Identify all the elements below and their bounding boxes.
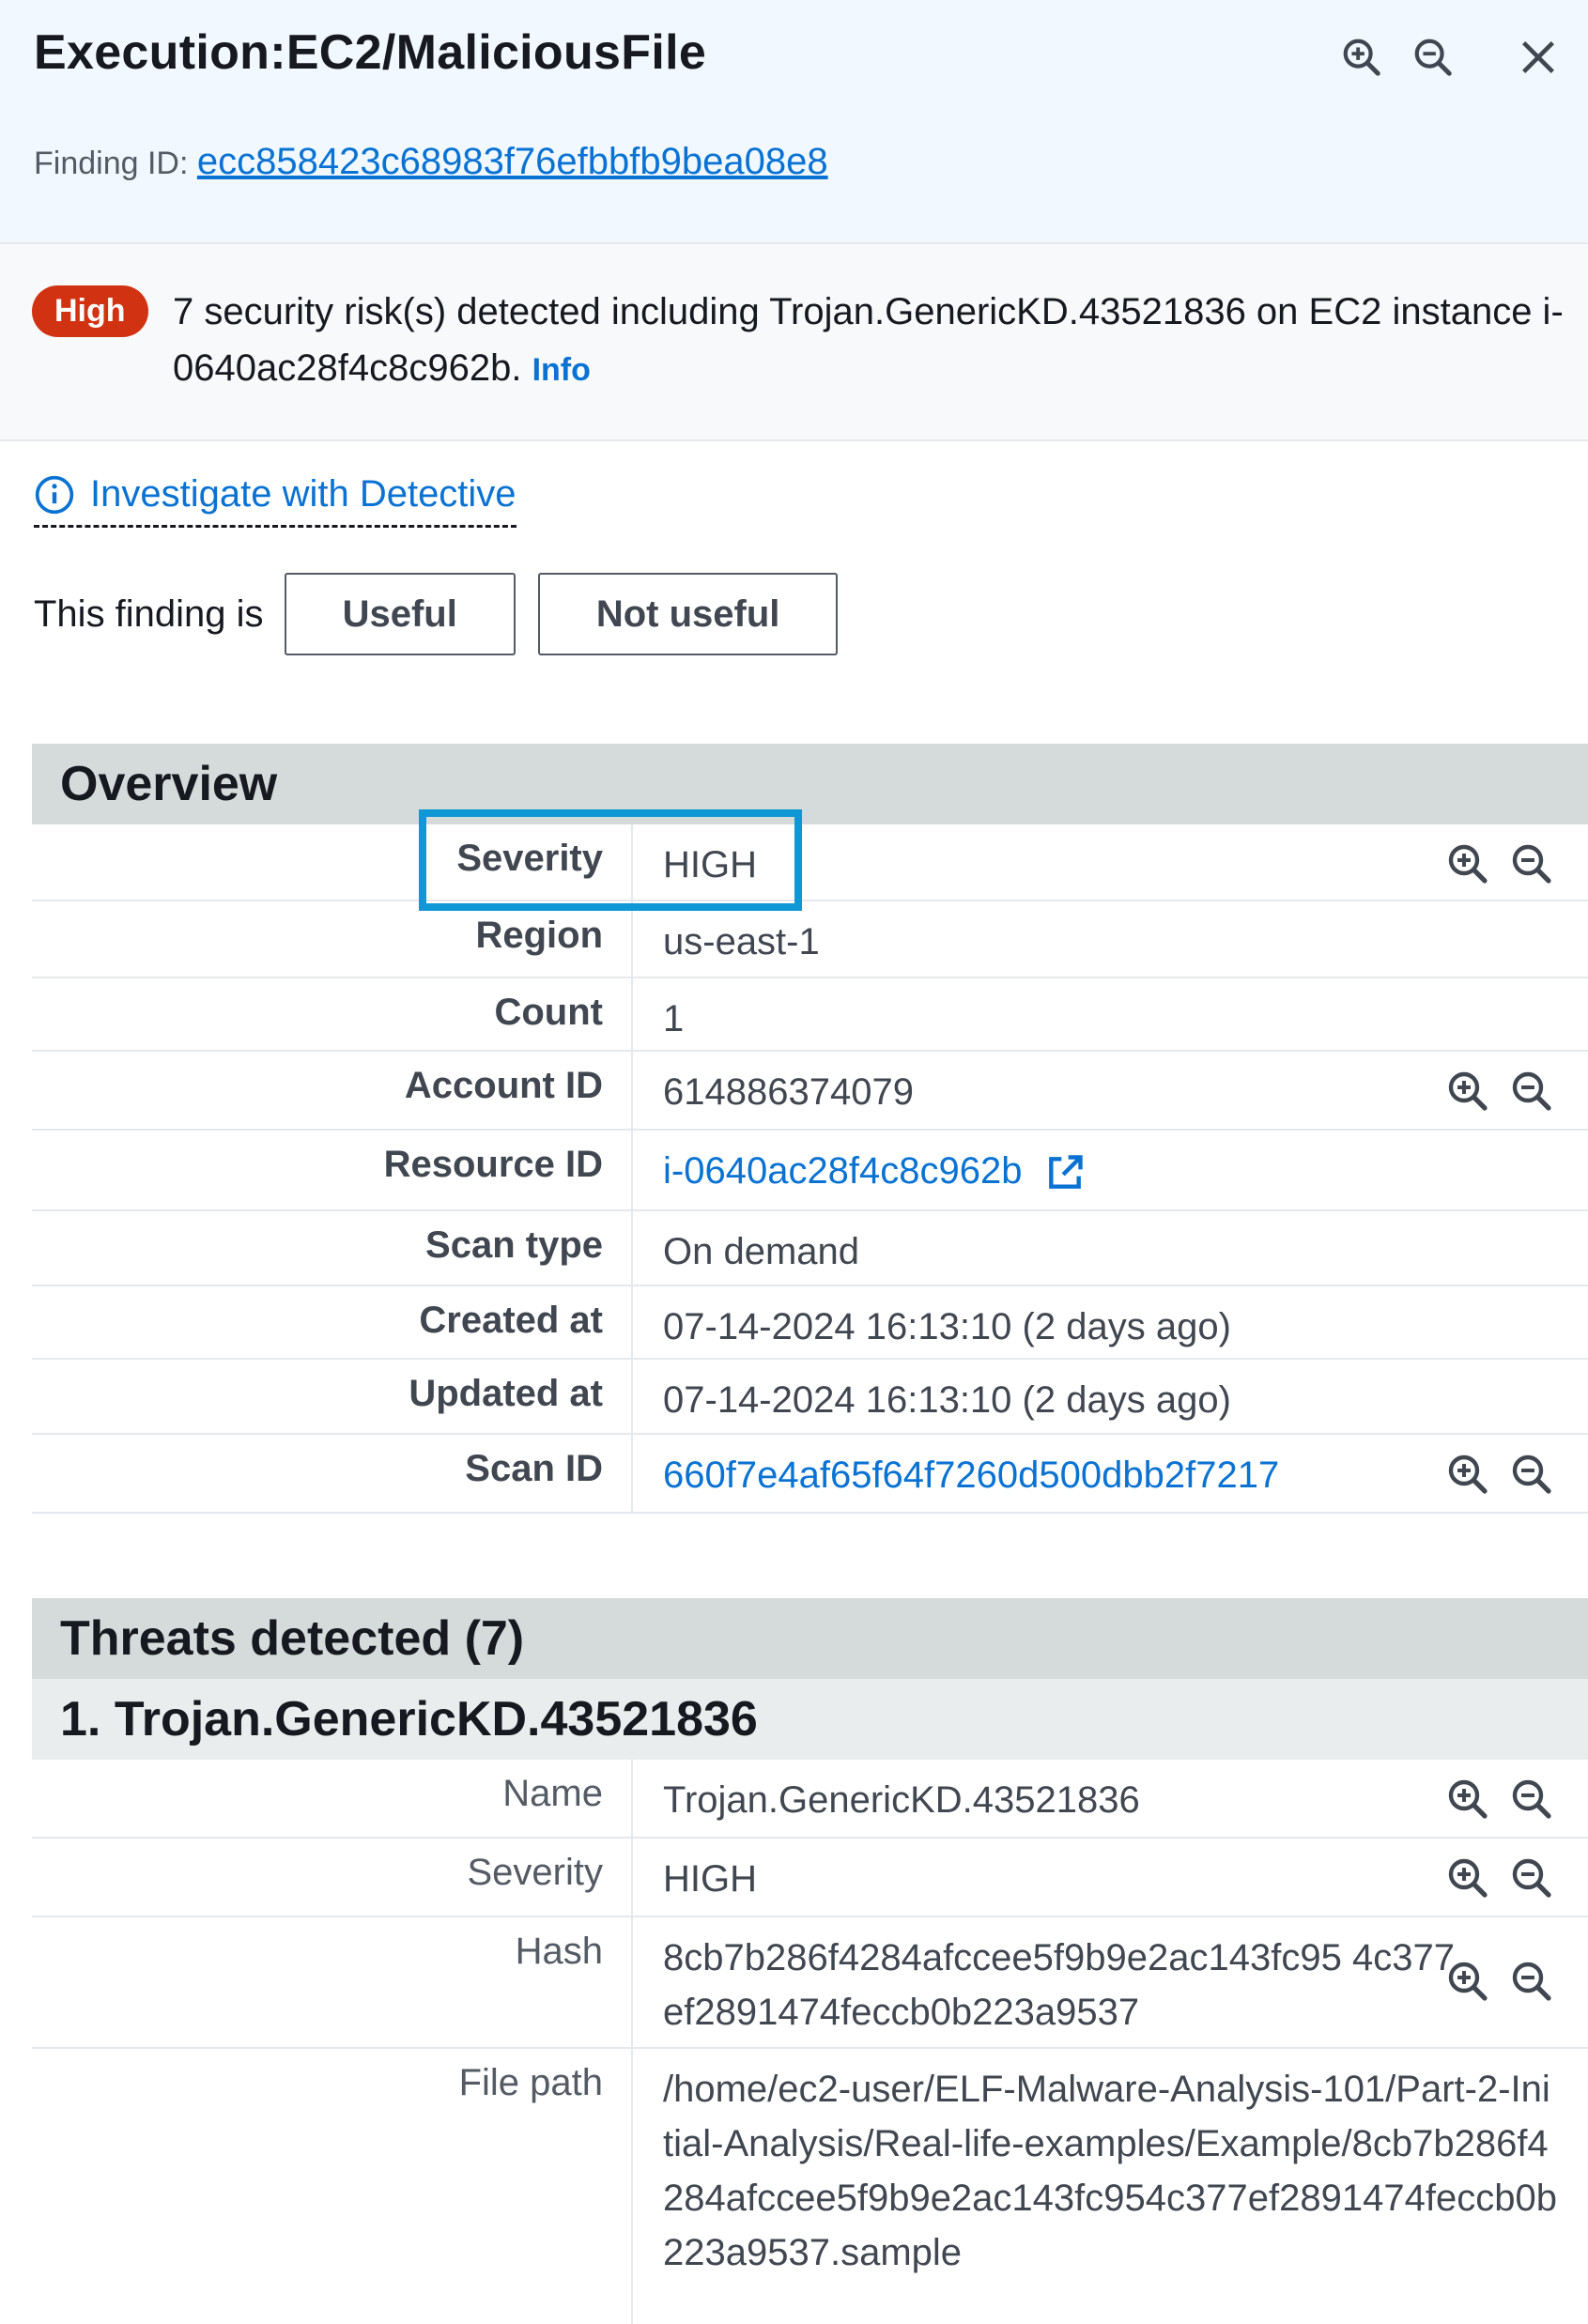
info-circle-icon xyxy=(35,475,74,514)
info-link[interactable]: Info xyxy=(532,352,591,388)
overview-row-resource-id: Resource ID i-0640ac28f4c8c962b xyxy=(32,1131,1588,1211)
resource-id-link[interactable]: i-0640ac28f4c8c962b xyxy=(633,1131,1588,1209)
detective-label: Investigate with Detective xyxy=(90,473,516,515)
threat-row-file-path: File path /home/ec2-user/ELF-Malware-Ana… xyxy=(32,2049,1588,2324)
feedback-label: This finding is xyxy=(34,593,264,635)
filter-in-icon[interactable] xyxy=(1445,841,1490,886)
overview-row-scan-id: Scan ID 660f7e4af65f64f7260d500dbb2f7217 xyxy=(32,1435,1588,1514)
overview-row-scan-type: Scan type On demand xyxy=(32,1211,1588,1286)
external-link-icon xyxy=(1048,1155,1083,1190)
row-value: 07-14-2024 16:13:10 (2 days ago) xyxy=(663,1379,1231,1421)
finding-header: Execution:EC2/MaliciousFile Finding ID: … xyxy=(0,0,1588,244)
filter-in-icon[interactable] xyxy=(1445,1855,1490,1901)
finding-title: Execution:EC2/MaliciousFile xyxy=(34,25,707,80)
row-value: On demand xyxy=(663,1231,860,1272)
threat-row-severity: Severity HIGH xyxy=(32,1839,1588,1917)
feedback-row: This finding is Useful Not useful xyxy=(34,573,860,655)
overview-row-account-id: Account ID 614886374079 xyxy=(32,1052,1588,1131)
row-key: Scan type xyxy=(32,1211,633,1285)
investigate-detective-link[interactable]: Investigate with Detective xyxy=(34,473,516,528)
filter-out-icon[interactable] xyxy=(1509,1069,1554,1114)
summary-message: 7 security risk(s) detected including Tr… xyxy=(173,291,1564,389)
zoom-in-icon[interactable] xyxy=(1340,36,1383,79)
row-key: Updated at xyxy=(32,1360,633,1433)
row-value: /home/ec2-user/ELF-Malware-Analysis-101/… xyxy=(663,2069,1557,2273)
useful-button[interactable]: Useful xyxy=(284,573,516,655)
row-key: Count xyxy=(32,978,633,1050)
filter-in-icon[interactable] xyxy=(1445,1452,1490,1497)
severity-badge: High xyxy=(32,285,148,337)
threat-row-name: Name Trojan.GenericKD.43521836 xyxy=(32,1760,1588,1839)
not-useful-button[interactable]: Not useful xyxy=(537,573,839,655)
overview-row-count: Count 1 xyxy=(32,978,1588,1052)
threat-row-hash: Hash 8cb7b286f4284afccee5f9b9e2ac143fc95… xyxy=(32,1917,1588,2049)
row-key: Severity xyxy=(32,1839,633,1916)
filter-in-icon[interactable] xyxy=(1445,1777,1490,1822)
row-value: us-east-1 xyxy=(663,921,820,962)
filter-out-icon[interactable] xyxy=(1509,841,1554,886)
summary-text: 7 security risk(s) detected including Tr… xyxy=(173,284,1572,398)
finding-id-link[interactable]: ecc858423c68983f76efbbfb9bea08e8 xyxy=(197,141,828,182)
overview-row-severity: Severity HIGH xyxy=(32,824,1588,901)
filter-in-icon[interactable] xyxy=(1445,1069,1490,1114)
severity-highlight-box xyxy=(419,809,802,911)
row-key: Account ID xyxy=(32,1052,633,1129)
threats-heading: Threats detected (7) xyxy=(32,1598,1588,1679)
row-key: Created at xyxy=(32,1286,633,1358)
close-icon[interactable] xyxy=(1517,36,1560,79)
row-key: Name xyxy=(32,1760,633,1837)
filter-out-icon[interactable] xyxy=(1509,1777,1554,1822)
filter-out-icon[interactable] xyxy=(1509,1452,1554,1497)
overview-heading: Overview xyxy=(32,744,1588,824)
row-key: Hash xyxy=(32,1917,633,2047)
row-value: 07-14-2024 16:13:10 (2 days ago) xyxy=(663,1306,1231,1347)
threat-1-heading: 1. Trojan.GenericKD.43521836 xyxy=(32,1679,1588,1760)
finding-id-label: Finding ID: xyxy=(34,146,197,181)
row-key: File path xyxy=(32,2049,633,2324)
filter-out-icon[interactable] xyxy=(1509,1959,1554,2004)
overview-row-region: Region us-east-1 xyxy=(32,901,1588,978)
filter-out-icon[interactable] xyxy=(1509,1855,1554,1901)
resource-id-value: i-0640ac28f4c8c962b xyxy=(663,1150,1023,1192)
filter-in-icon[interactable] xyxy=(1445,1959,1490,2004)
header-actions xyxy=(1340,36,1560,79)
row-key: Resource ID xyxy=(32,1131,633,1209)
overview-row-updated-at: Updated at 07-14-2024 16:13:10 (2 days a… xyxy=(32,1360,1588,1435)
row-key: Scan ID xyxy=(32,1435,633,1512)
overview-row-created-at: Created at 07-14-2024 16:13:10 (2 days a… xyxy=(32,1286,1588,1360)
row-value: 1 xyxy=(663,998,685,1039)
zoom-out-icon[interactable] xyxy=(1411,36,1455,79)
row-key: Region xyxy=(32,901,633,977)
finding-id-row: Finding ID: ecc858423c68983f76efbbfb9bea… xyxy=(34,141,828,183)
